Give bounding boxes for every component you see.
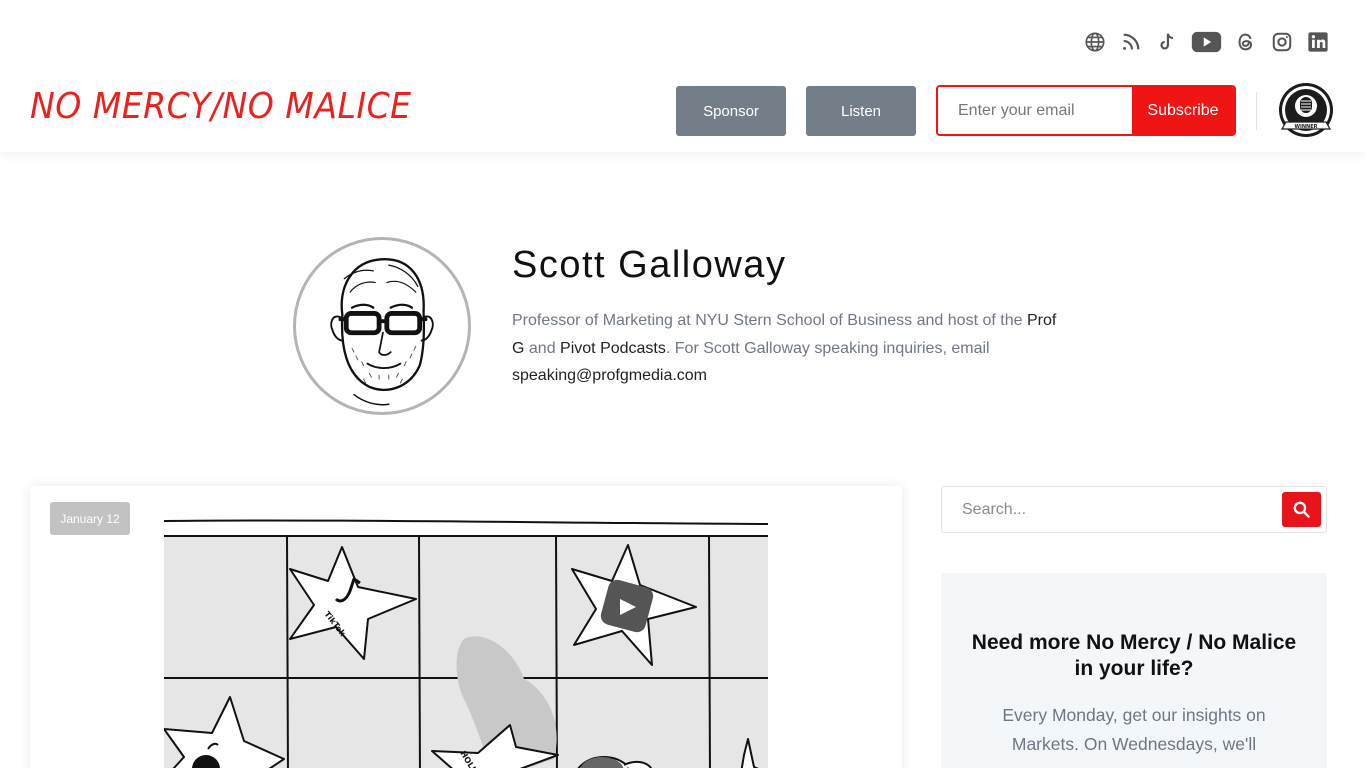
sponsor-button[interactable]: Sponsor	[676, 86, 786, 136]
subscribe-form: Subscribe	[936, 85, 1236, 136]
search-input[interactable]	[942, 487, 1272, 532]
email-input[interactable]	[938, 87, 1132, 134]
linkedin-icon[interactable]	[1305, 29, 1330, 54]
author-avatar	[293, 237, 471, 415]
author-bio: Professor of Marketing at NYU Stern Scho…	[512, 307, 1072, 390]
bio-text-3: . For Scott Galloway speaking inquiries,…	[665, 339, 990, 357]
search-button[interactable]	[1282, 492, 1321, 527]
email-link[interactable]: speaking@profgmedia.com	[512, 367, 707, 384]
author-name: Scott Galloway	[512, 244, 787, 286]
search-box	[941, 486, 1327, 533]
tiktok-icon[interactable]	[1154, 29, 1179, 54]
header-divider	[1256, 92, 1257, 130]
newsletter-promo: Need more No Mercy / No Malice in your l…	[941, 573, 1327, 768]
badge-label: WINNER	[1294, 124, 1317, 130]
promo-title: Need more No Mercy / No Malice in your l…	[971, 631, 1297, 680]
social-links	[1082, 29, 1330, 54]
site-header: NO MERCY/NO MALICE Sponsor Listen Subscr…	[0, 0, 1366, 152]
youtube-icon[interactable]	[1190, 29, 1222, 54]
pivot-podcasts-link[interactable]: Pivot Podcasts	[560, 340, 666, 357]
threads-icon[interactable]	[1233, 29, 1258, 54]
search-icon	[1293, 501, 1310, 518]
post-date-badge: January 12	[50, 502, 130, 535]
award-badge[interactable]: WINNER	[1278, 82, 1334, 140]
bio-text-1: Professor of Marketing at NYU Stern Scho…	[512, 312, 1027, 329]
site-logo[interactable]: NO MERCY/NO MALICE	[30, 86, 412, 127]
subscribe-button[interactable]: Subscribe	[1132, 87, 1234, 134]
listen-button[interactable]: Listen	[806, 86, 916, 136]
promo-text: Every Monday, get our insights on Market…	[1002, 705, 1266, 754]
bio-text-2: and	[524, 339, 561, 357]
instagram-icon[interactable]	[1269, 29, 1294, 54]
globe-icon[interactable]	[1082, 29, 1107, 54]
post-illustration[interactable]: TikTok HOLLYWO	[163, 519, 769, 768]
rss-icon[interactable]	[1118, 29, 1143, 54]
post-card[interactable]: January 12 TikTok HOLLYWO	[30, 486, 902, 768]
